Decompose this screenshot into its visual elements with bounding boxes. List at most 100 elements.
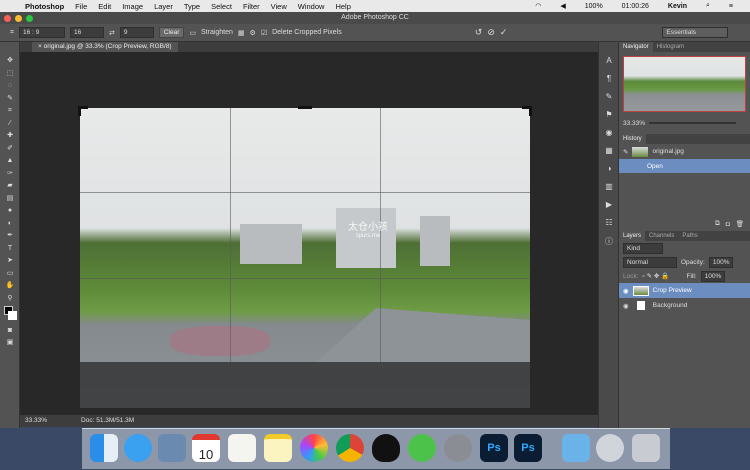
gear-icon[interactable]: ⚙: [250, 29, 256, 37]
straighten-label[interactable]: Straighten: [201, 29, 233, 36]
menu-app[interactable]: Photoshop: [25, 2, 64, 11]
menu-view[interactable]: View: [271, 2, 287, 11]
tab-histogram[interactable]: Histogram: [653, 42, 688, 52]
lasso-tool-icon[interactable]: ◌: [4, 81, 16, 90]
eraser-tool-icon[interactable]: ▰: [4, 181, 16, 190]
menu-edit[interactable]: Edit: [98, 2, 111, 11]
menu-select[interactable]: Select: [211, 2, 232, 11]
kind-filter[interactable]: Kind: [623, 242, 663, 254]
menu-layer[interactable]: Layer: [154, 2, 173, 11]
trash-icon[interactable]: [632, 434, 660, 462]
overlay-icon[interactable]: ▦: [238, 29, 245, 37]
opacity-input[interactable]: 100%: [708, 256, 734, 268]
tool-presets-icon[interactable]: ☷: [603, 218, 615, 230]
crop-handle-top-right[interactable]: [522, 106, 532, 116]
pen-tool-icon[interactable]: ✒: [4, 231, 16, 240]
menu-filter[interactable]: Filter: [243, 2, 260, 11]
layer-background[interactable]: ◉ Background: [619, 298, 750, 313]
brush-tool-icon[interactable]: ✐: [4, 144, 16, 153]
photoshop-icon[interactable]: Ps: [480, 434, 508, 462]
healing-tool-icon[interactable]: ✚: [4, 131, 16, 140]
history-snapshot[interactable]: ✎ original.jpg: [619, 144, 750, 159]
menu-window[interactable]: Window: [298, 2, 325, 11]
clock[interactable]: 01:00:26: [622, 3, 649, 10]
zoom-tool-icon[interactable]: ⚲: [4, 294, 16, 303]
system-preferences-icon[interactable]: [444, 434, 472, 462]
actions-icon[interactable]: ▶: [603, 200, 615, 212]
history-item-open[interactable]: Open: [619, 159, 750, 173]
ratio-height-input[interactable]: 9: [119, 27, 154, 38]
notification-icon[interactable]: ≡: [729, 3, 733, 10]
history-brush-tool-icon[interactable]: ✑: [4, 169, 16, 178]
spotlight-icon[interactable]: ⌕: [706, 2, 710, 10]
delete-cropped-checkbox[interactable]: ☑: [261, 29, 267, 37]
battery-text[interactable]: 100%: [585, 3, 603, 10]
adjustments-icon[interactable]: ◑: [603, 164, 615, 176]
character-icon[interactable]: A: [603, 56, 615, 68]
commit-icon[interactable]: ✓: [500, 27, 508, 38]
blend-mode-select[interactable]: Normal: [623, 256, 677, 268]
menu-help[interactable]: Help: [335, 2, 350, 11]
styles-icon[interactable]: ▥: [603, 182, 615, 194]
workspace-select[interactable]: Essentials: [662, 27, 729, 38]
gradient-tool-icon[interactable]: ▤: [4, 194, 16, 203]
eye-icon[interactable]: ◉: [623, 302, 629, 310]
quick-select-tool-icon[interactable]: ✎: [4, 94, 16, 103]
applications-folder-icon[interactable]: [562, 434, 590, 462]
camera-icon[interactable]: ◘: [726, 221, 730, 228]
tab-paths[interactable]: Paths: [678, 231, 701, 241]
tab-history[interactable]: History: [619, 134, 646, 144]
tab-navigator[interactable]: Navigator: [619, 42, 653, 52]
eye-icon[interactable]: ◉: [623, 287, 629, 295]
ratio-select[interactable]: 16 : 9: [18, 27, 65, 38]
brush-preset-icon[interactable]: ✎: [603, 92, 615, 104]
stamp-tool-icon[interactable]: ▲: [4, 156, 16, 165]
trash-icon[interactable]: 🗑: [736, 220, 744, 228]
close-button[interactable]: [4, 15, 11, 22]
crop-handle-top-left[interactable]: [78, 106, 88, 116]
reminders-icon[interactable]: [228, 434, 256, 462]
document-tab[interactable]: × original.jpg @ 33.3% (Crop Preview, RG…: [32, 42, 178, 52]
clone-source-icon[interactable]: ⚑: [603, 110, 615, 122]
minimize-button[interactable]: [15, 15, 22, 22]
color-swatches[interactable]: [4, 306, 17, 322]
zoom-button[interactable]: [26, 15, 33, 22]
menu-type[interactable]: Type: [184, 2, 200, 11]
photos-icon[interactable]: [300, 434, 328, 462]
crop-tool-icon[interactable]: ⌗: [10, 29, 14, 37]
messages-icon[interactable]: [124, 434, 152, 462]
menu-image[interactable]: Image: [122, 2, 143, 11]
crop-handle-top[interactable]: [298, 106, 312, 109]
3d-icon[interactable]: ◉: [603, 128, 615, 140]
layer-crop-preview[interactable]: ◉ Crop Preview: [619, 283, 750, 298]
straighten-icon[interactable]: ▭: [189, 29, 196, 37]
chrome-icon[interactable]: [336, 434, 364, 462]
dodge-tool-icon[interactable]: ◐: [4, 219, 16, 228]
reset-icon[interactable]: ↺: [475, 27, 483, 38]
move-tool-icon[interactable]: ✥: [4, 56, 16, 65]
calendar-icon[interactable]: 10: [192, 434, 220, 462]
zoom-level[interactable]: 33.33%: [25, 415, 47, 427]
preview-icon[interactable]: [158, 434, 186, 462]
marquee-tool-icon[interactable]: ⬚: [4, 69, 16, 78]
canvas-area[interactable]: 太仓小孩 spurs.me: [20, 52, 598, 415]
tab-channels[interactable]: Channels: [645, 231, 678, 241]
new-document-icon[interactable]: ⧉: [715, 220, 720, 228]
zoom-slider[interactable]: [649, 122, 736, 124]
type-tool-icon[interactable]: T: [4, 244, 16, 253]
wifi-icon[interactable]: ◠: [535, 2, 541, 10]
quick-mask-icon[interactable]: ◙: [4, 326, 16, 335]
doc-size[interactable]: Doc: 51.3M/51.3M: [81, 415, 134, 427]
hand-tool-icon[interactable]: ✋: [4, 281, 16, 290]
cancel-icon[interactable]: ⊘: [487, 27, 495, 38]
user-name[interactable]: Kevin: [668, 3, 687, 10]
tab-layers[interactable]: Layers: [619, 231, 646, 241]
clear-button[interactable]: Clear: [158, 27, 185, 38]
ratio-width-input[interactable]: 16: [69, 27, 104, 38]
info-icon[interactable]: ⓘ: [603, 236, 615, 248]
photoshop-icon-2[interactable]: Ps: [514, 434, 542, 462]
volume-icon[interactable]: ◀: [560, 2, 565, 10]
screen-mode-icon[interactable]: ▣: [4, 338, 16, 347]
eyedropper-tool-icon[interactable]: ⁄: [4, 119, 16, 128]
shape-tool-icon[interactable]: ▭: [4, 269, 16, 278]
